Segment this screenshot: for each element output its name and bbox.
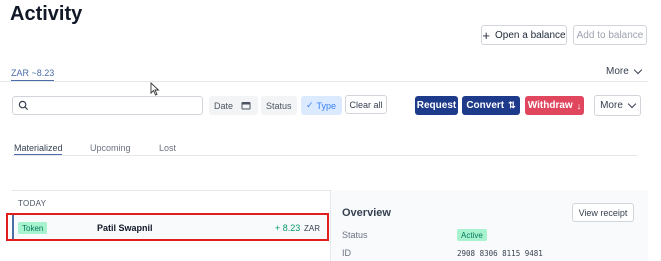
search-icon <box>18 100 29 111</box>
status-label: Status <box>342 230 368 240</box>
group-label: TODAY <box>18 199 47 208</box>
clear-all-button[interactable]: Clear all <box>345 95 387 114</box>
date-filter-label: Date <box>214 100 234 111</box>
type-filter[interactable]: ✓ Type <box>301 96 342 115</box>
highlight-box <box>6 213 329 241</box>
tab-upcoming[interactable]: Upcoming <box>90 143 131 153</box>
tab-materialized[interactable]: Materialized <box>14 143 63 153</box>
divider <box>12 155 638 156</box>
request-button[interactable]: Request <box>415 96 458 115</box>
mouse-cursor-icon <box>150 82 160 96</box>
convert-label: Convert <box>466 100 505 111</box>
actions-more-dropdown[interactable]: More <box>594 95 641 116</box>
overview-title: Overview <box>342 207 391 219</box>
divider <box>12 190 330 191</box>
status-badge: Active <box>457 229 487 241</box>
divider <box>0 81 648 82</box>
balances-more-dropdown[interactable]: More <box>606 65 643 77</box>
date-filter[interactable]: Date <box>209 96 258 115</box>
open-balance-label: Open a balance <box>494 29 566 41</box>
more-label: More <box>606 66 629 77</box>
type-filter-label: Type <box>316 100 337 111</box>
tab-zar-balance[interactable]: ZAR ~8.23 <box>11 68 54 78</box>
open-balance-button[interactable]: + Open a balance <box>481 25 567 45</box>
id-value: 2908 8306 8115 9481 <box>457 249 543 258</box>
withdraw-button[interactable]: Withdraw ↓ <box>525 96 584 115</box>
check-icon: ✓ <box>306 100 314 110</box>
add-to-balance-button[interactable]: Add to balance <box>573 25 647 45</box>
tab-lost[interactable]: Lost <box>159 143 176 153</box>
id-label: ID <box>342 248 351 258</box>
arrow-down-icon: ↓ <box>576 100 582 111</box>
status-filter[interactable]: Status <box>261 96 297 115</box>
chevron-down-icon <box>627 99 637 109</box>
withdraw-label: Withdraw <box>527 100 573 111</box>
calendar-icon <box>241 102 251 110</box>
plus-icon: + <box>482 27 490 43</box>
page-title: Activity <box>10 3 83 25</box>
search-input[interactable] <box>12 96 203 115</box>
swap-arrows-icon: ⇅ <box>508 100 516 110</box>
chevron-down-icon <box>633 65 643 75</box>
convert-button[interactable]: Convert ⇅ <box>462 96 520 115</box>
view-receipt-button[interactable]: View receipt <box>572 203 634 222</box>
more-label: More <box>600 100 623 111</box>
